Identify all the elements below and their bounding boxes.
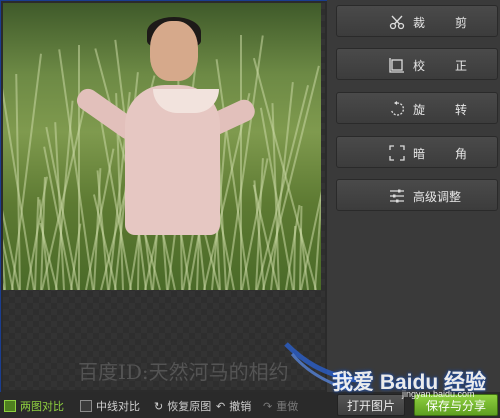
- vignette-icon: [389, 145, 405, 161]
- watermark-url: jingyan.baidu.com: [402, 389, 475, 399]
- restore-label: 恢复原图: [167, 400, 212, 413]
- undo-label: 撤销: [229, 400, 252, 413]
- compare-center-toggle[interactable]: 中线对比: [80, 398, 140, 414]
- redo-button[interactable]: ↷ 重做: [263, 398, 298, 414]
- compare-two-label: 两图对比: [20, 400, 64, 413]
- open-image-button[interactable]: 打开图片: [337, 394, 405, 416]
- compare-two-toggle[interactable]: 两图对比: [4, 398, 64, 414]
- straighten-label: 校正: [413, 59, 498, 73]
- vignette-button[interactable]: 暗角: [336, 136, 498, 168]
- vignette-label: 暗角: [413, 147, 498, 161]
- sliders-icon: [389, 188, 405, 204]
- photo-preview[interactable]: [3, 3, 321, 290]
- restore-icon: ↻: [154, 399, 164, 413]
- compare-center-label: 中线对比: [96, 400, 140, 413]
- undo-button[interactable]: ↶ 撤销: [216, 398, 251, 414]
- redo-label: 重做: [276, 400, 299, 413]
- rotate-icon: [389, 101, 405, 117]
- advanced-adjust-button[interactable]: 高级调整: [336, 179, 498, 211]
- grass-blade: [240, 35, 242, 290]
- straighten-icon: [389, 57, 405, 73]
- split-icon: [80, 400, 92, 412]
- author-watermark: 百度ID:天然河马的相约: [78, 360, 289, 384]
- restore-button[interactable]: ↻ 恢复原图: [154, 398, 211, 414]
- advanced-adjust-label: 高级调整: [413, 190, 462, 204]
- scissors-icon: [389, 14, 405, 30]
- grass-blade: [78, 45, 80, 290]
- girl-face: [150, 21, 198, 81]
- crop-button[interactable]: 裁剪: [336, 5, 498, 37]
- redo-icon: ↷: [263, 399, 273, 413]
- rotate-button[interactable]: 旋转: [336, 92, 498, 124]
- undo-icon: ↶: [216, 399, 226, 413]
- checkbox-icon: [4, 400, 16, 412]
- rotate-label: 旋转: [413, 103, 498, 117]
- crop-label: 裁剪: [413, 16, 498, 30]
- straighten-button[interactable]: 校正: [336, 48, 498, 80]
